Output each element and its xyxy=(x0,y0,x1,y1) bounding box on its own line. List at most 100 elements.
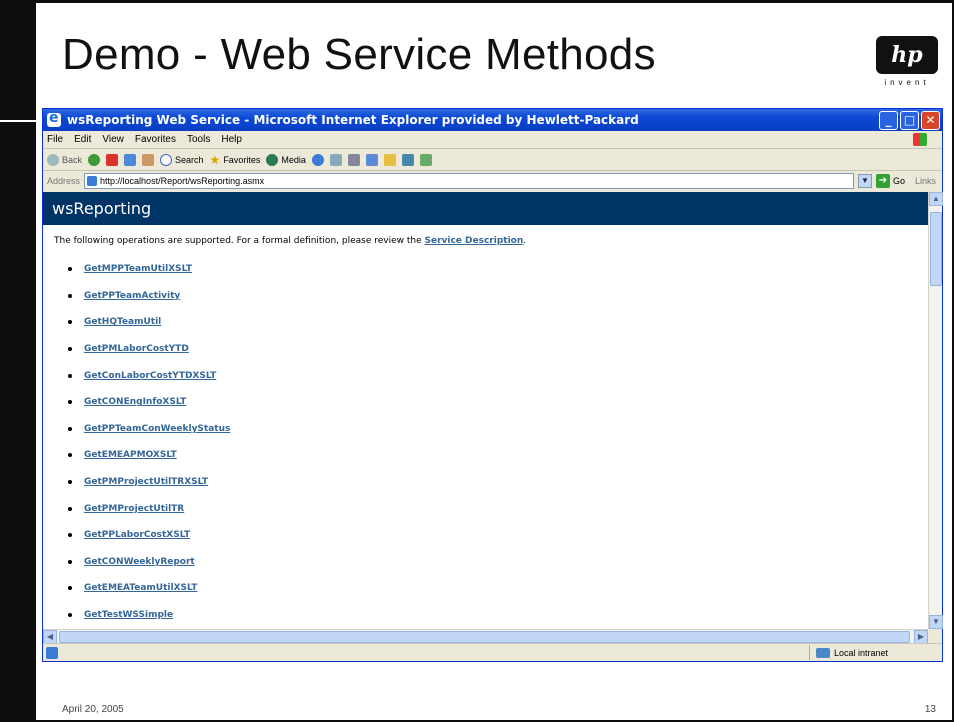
scroll-right-button[interactable]: ▶ xyxy=(914,630,928,644)
search-button[interactable]: Search xyxy=(160,153,204,166)
list-item: GetPPTeamActivity xyxy=(43,283,928,310)
status-bar: Local intranet xyxy=(43,643,942,661)
bullet-icon xyxy=(68,586,72,591)
operation-link[interactable]: GetHQTeamUtil xyxy=(84,317,161,327)
go-label: Go xyxy=(892,176,905,186)
windows-logo-icon xyxy=(913,133,927,146)
bullet-icon xyxy=(68,480,72,485)
messenger-icon[interactable] xyxy=(419,153,432,166)
menu-view[interactable]: View xyxy=(102,134,124,145)
bullet-icon xyxy=(68,293,72,298)
edit-icon[interactable] xyxy=(365,153,378,166)
horizontal-scrollbar[interactable]: ◀ ▶ xyxy=(43,629,928,644)
operation-link[interactable]: GetPMLaborCostYTD xyxy=(84,344,189,354)
slide-left-bar xyxy=(0,0,36,722)
scroll-up-button[interactable]: ▲ xyxy=(929,192,943,206)
bullet-icon xyxy=(68,559,72,564)
stop-icon[interactable] xyxy=(106,153,119,166)
operation-link[interactable]: GetEMEAPMOXSLT xyxy=(84,450,177,460)
left-bar-notch xyxy=(0,120,36,122)
hp-logo-tagline: invent xyxy=(884,78,930,87)
bullet-icon xyxy=(68,533,72,538)
address-label: Address xyxy=(47,176,81,186)
forward-arrow-icon[interactable] xyxy=(88,153,101,166)
minimize-button[interactable]: _ xyxy=(879,110,898,130)
bullet-icon xyxy=(68,506,72,511)
list-item: GetHQTeamUtil xyxy=(43,309,928,336)
slide-title: Demo - Web Service Methods xyxy=(62,30,656,79)
hp-logo: hp invent xyxy=(876,36,938,94)
links-button[interactable]: Links xyxy=(915,176,936,186)
menu-file[interactable]: File xyxy=(47,134,63,145)
bullet-icon xyxy=(68,400,72,405)
operation-link[interactable]: GetCONWeeklyReport xyxy=(84,557,195,567)
bullet-icon xyxy=(68,426,72,431)
maximize-button[interactable]: □ xyxy=(900,110,919,130)
operation-link[interactable]: GetCONEngInfoXSLT xyxy=(84,397,186,407)
search-label: Search xyxy=(175,154,204,165)
intro-text: The following operations are supported. … xyxy=(54,236,425,246)
ie-app-icon xyxy=(47,110,61,127)
scroll-down-button[interactable]: ▼ xyxy=(929,615,943,629)
favorites-label: Favorites xyxy=(223,154,261,165)
hp-logo-badge: hp xyxy=(876,36,938,74)
operation-link[interactable]: GetPPLaborCostXSLT xyxy=(84,530,190,540)
back-button[interactable]: Back xyxy=(47,153,83,166)
intro-paragraph: The following operations are supported. … xyxy=(43,225,928,246)
menu-tools[interactable]: Tools xyxy=(187,134,210,145)
menu-edit[interactable]: Edit xyxy=(74,134,91,145)
list-item: GetPPLaborCostXSLT xyxy=(43,522,928,549)
list-item: GetPMProjectUtilTRXSLT xyxy=(43,469,928,496)
research-icon[interactable] xyxy=(401,153,414,166)
back-label: Back xyxy=(62,154,83,165)
browser-toolbar: Back Search ★ Favorites Media xyxy=(43,149,942,171)
vertical-scroll-thumb[interactable] xyxy=(930,212,942,286)
zone-label: Local intranet xyxy=(834,647,889,658)
scroll-left-button[interactable]: ◀ xyxy=(43,630,57,644)
bullet-icon xyxy=(68,613,72,618)
media-icon xyxy=(266,153,279,166)
bullet-icon xyxy=(68,453,72,458)
service-description-link[interactable]: Service Description xyxy=(424,236,523,246)
operation-link[interactable]: GetMPPTeamUtilXSLT xyxy=(84,264,192,274)
bullet-icon xyxy=(68,267,72,272)
list-item: GetPMProjectUtilTR xyxy=(43,495,928,522)
address-bar: Address http://localhost/Report/wsReport… xyxy=(43,171,942,191)
address-input[interactable]: http://localhost/Report/wsReporting.asmx xyxy=(84,173,854,189)
horizontal-scroll-thumb[interactable] xyxy=(59,631,910,643)
menu-favorites[interactable]: Favorites xyxy=(135,134,176,145)
go-button[interactable]: ➔ Go xyxy=(875,174,905,188)
list-item: GetMPPTeamUtilXSLT xyxy=(43,256,928,283)
operation-link[interactable]: GetTestWSSimple xyxy=(84,610,173,620)
operation-link[interactable]: GetEMEATeamUtilXSLT xyxy=(84,583,197,593)
refresh-icon[interactable] xyxy=(124,153,137,166)
menu-help[interactable]: Help xyxy=(221,134,242,145)
mail-icon[interactable] xyxy=(329,153,342,166)
operation-link[interactable]: GetPPTeamActivity xyxy=(84,291,180,301)
window-titlebar[interactable]: wsReporting Web Service - Microsoft Inte… xyxy=(43,109,942,131)
bullet-icon xyxy=(68,320,72,325)
print-icon[interactable] xyxy=(347,153,360,166)
media-button[interactable]: Media xyxy=(266,153,306,166)
history-icon[interactable] xyxy=(311,153,324,166)
folder-icon[interactable] xyxy=(383,153,396,166)
bullet-icon xyxy=(68,373,72,378)
operation-link[interactable]: GetPMProjectUtilTR xyxy=(84,504,184,514)
security-zone: Local intranet xyxy=(809,645,941,660)
search-icon xyxy=(160,153,173,166)
menu-bar: File Edit View Favorites Tools Help xyxy=(43,131,942,149)
operations-list: GetMPPTeamUtilXSLT GetPPTeamActivity Get… xyxy=(43,256,928,628)
slide-top-rule xyxy=(36,0,954,3)
operation-link[interactable]: GetPPTeamConWeeklyStatus xyxy=(84,424,230,434)
operation-link[interactable]: GetPMProjectUtilTRXSLT xyxy=(84,477,208,487)
home-icon[interactable] xyxy=(142,153,155,166)
operation-link[interactable]: GetConLaborCostYTDXSLT xyxy=(84,371,216,381)
vertical-scrollbar[interactable]: ▲ ▼ xyxy=(928,192,943,629)
address-dropdown-button[interactable]: ▼ xyxy=(857,174,872,188)
list-item: GetPMLaborCostYTD xyxy=(43,336,928,363)
close-button[interactable]: ✕ xyxy=(921,110,940,130)
star-icon: ★ xyxy=(209,152,221,167)
back-arrow-icon xyxy=(47,153,59,166)
favorites-button[interactable]: ★ Favorites xyxy=(210,153,261,167)
list-item: GetEMEAPMOXSLT xyxy=(43,442,928,469)
